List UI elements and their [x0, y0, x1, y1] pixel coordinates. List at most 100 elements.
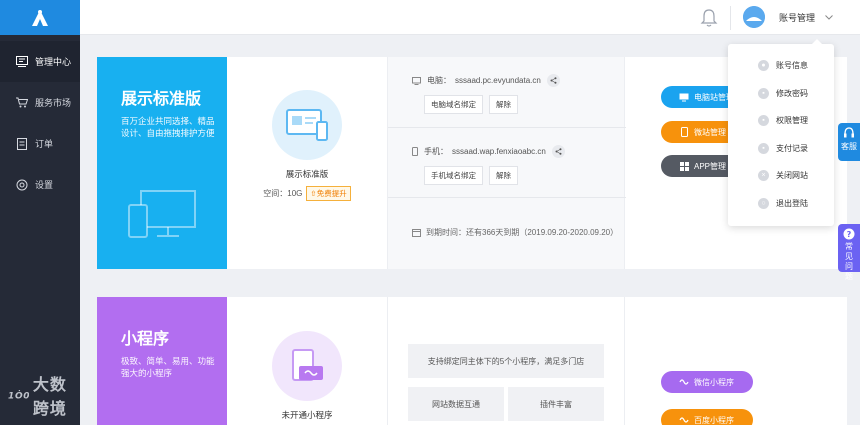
- mobile-domain-actions: 手机域名绑定 解除: [424, 166, 524, 185]
- product-name: 展示标准版: [285, 169, 329, 179]
- calendar-icon: [412, 229, 421, 237]
- lock-icon: ▪: [758, 87, 769, 99]
- headset-icon: [844, 127, 854, 138]
- avatar: [743, 6, 765, 28]
- header-divider: [730, 6, 731, 30]
- grid-icon: [679, 161, 689, 171]
- pc-domain-unbind-button[interactable]: 解除: [489, 95, 518, 114]
- website-illustration-icon: [272, 90, 342, 160]
- sidebar-item-management[interactable]: 管理中心: [0, 41, 80, 82]
- domain-panel: 电脑： sssaad.pc.evyundata.cn 电脑域名绑定 解除 手机：…: [387, 57, 626, 269]
- sidebar-item-label: 订单: [35, 139, 54, 149]
- sidebar-item-service-market[interactable]: 服务市场: [0, 82, 80, 123]
- banner-desc: 极致、简单、易用、功能强大的小程序: [121, 356, 215, 378]
- svg-text:?: ?: [847, 230, 852, 239]
- banner-title: 展示标准版: [121, 91, 202, 108]
- settings-icon: [15, 178, 29, 192]
- sidebar-item-label: 设置: [35, 180, 54, 190]
- storage-space: 空间：10G ⇧免费提升: [227, 186, 387, 201]
- upgrade-button[interactable]: ⇧免费提升: [306, 186, 351, 201]
- chevron-down-icon: [825, 12, 833, 22]
- question-icon: ?: [843, 228, 855, 240]
- watermark-logo-icon: 1Ȯ0: [8, 390, 29, 401]
- pc-domain-bind-button[interactable]: 电脑域名绑定: [424, 95, 483, 114]
- feature-data-sync: 网站数据互通: [408, 387, 504, 421]
- monitor-icon: [412, 76, 421, 85]
- pc-domain: sssaad.pc.evyundata.cn: [455, 76, 541, 85]
- menu-item-close-site[interactable]: × 关闭网站: [728, 162, 834, 190]
- close-site-icon: ×: [758, 170, 769, 182]
- user-icon: ●: [758, 60, 769, 72]
- faq-tab[interactable]: ? 常见问题: [838, 224, 860, 281]
- space-label: 空间：10G: [263, 189, 303, 198]
- phone-icon: [679, 127, 689, 137]
- mini-program-icon: [679, 415, 689, 425]
- faq-label: 常见问题: [845, 242, 853, 281]
- support-text: 支持绑定同主体下的5个小程序，满足多门店: [408, 344, 604, 378]
- header: 账号管理: [80, 0, 860, 35]
- sidebar-item-orders[interactable]: 订单: [0, 123, 80, 164]
- svg-text:1Ȯ0: 1Ȯ0: [8, 390, 29, 401]
- customer-service-tab[interactable]: 客服: [838, 123, 860, 161]
- pill-label: 微站管理: [694, 127, 726, 137]
- banner-desc: 百万企业共同选择、精品设计、自由拖拽排护方便: [121, 116, 215, 138]
- logo[interactable]: [0, 0, 80, 35]
- mini-program-card: 小程序 极致、简单、易用、功能强大的小程序 未开通小程序 支持绑定同主体下的5个…: [97, 297, 847, 425]
- sidebar: 管理中心 服务市场 订单 设置 1Ȯ0 大数跨境: [0, 0, 80, 425]
- pill-label: 百度小程序: [694, 415, 734, 425]
- permission-icon: ▪: [758, 115, 769, 127]
- watermark: 1Ȯ0 大数跨境: [8, 371, 80, 419]
- wechat-mini-program-button[interactable]: 微信小程序: [661, 371, 753, 393]
- logo-icon: [32, 9, 48, 26]
- account-label: 账号管理: [779, 12, 816, 23]
- mini-program-info: 未开通小程序: [227, 297, 387, 425]
- baidu-mini-program-button[interactable]: 百度小程序: [661, 409, 753, 425]
- pc-label: 电脑：: [427, 76, 451, 85]
- feature-plugins: 插件丰富: [508, 387, 604, 421]
- payment-icon: ▪: [758, 142, 769, 154]
- mobile-domain: sssaad.wap.fenxiaoabc.cn: [452, 147, 546, 156]
- pc-domain-row: 电脑： sssaad.pc.evyundata.cn: [412, 74, 560, 87]
- monitor-icon: [679, 92, 689, 102]
- logout-icon: ○: [758, 197, 769, 209]
- mobile-domain-bind-button[interactable]: 手机域名绑定: [424, 166, 483, 185]
- account-dropdown: ● 账号信息 ▪ 修改密码 ▪ 权限管理 ▪ 支付记录 × 关闭网站 ○ 退出登…: [728, 39, 834, 226]
- menu-item-permissions[interactable]: ▪ 权限管理: [728, 107, 834, 135]
- mobile-domain-unbind-button[interactable]: 解除: [489, 166, 518, 185]
- menu-item-change-password[interactable]: ▪ 修改密码: [728, 80, 834, 108]
- mini-program-actions: 微信小程序 百度小程序: [625, 297, 847, 425]
- sidebar-item-label: 管理中心: [35, 57, 72, 67]
- mini-program-features: 支持绑定同主体下的5个小程序，满足多门店 网站数据互通 插件丰富: [387, 297, 625, 425]
- mini-program-icon: [679, 377, 689, 387]
- standard-banner: 展示标准版 百万企业共同选择、精品设计、自由拖拽排护方便: [97, 57, 227, 269]
- pill-label: 微信小程序: [694, 377, 734, 387]
- product-name: 未开通小程序: [281, 410, 333, 420]
- phone-icon: [412, 147, 418, 156]
- watermark-text: 大数跨境: [32, 377, 67, 418]
- sidebar-item-label: 服务市场: [35, 98, 72, 108]
- cart-icon: [15, 96, 29, 110]
- mini-program-banner: 小程序 极致、简单、易用、功能强大的小程序: [97, 297, 227, 425]
- menu-item-account-info[interactable]: ● 账号信息: [728, 52, 834, 80]
- pill-label: APP管理: [694, 161, 727, 171]
- devices-illustration-icon: [128, 190, 196, 238]
- sidebar-item-settings[interactable]: 设置: [0, 164, 80, 205]
- dashboard-icon: [15, 55, 29, 69]
- expiry-text: 到期时间：还有366天到期（2019.09.20-2020.09.20）: [426, 228, 619, 237]
- expiry-info: 到期时间：还有366天到期（2019.09.20-2020.09.20）: [412, 227, 618, 238]
- share-icon[interactable]: [546, 74, 560, 87]
- mini-program-illustration-icon: [272, 331, 342, 401]
- mobile-label: 手机：: [424, 147, 448, 156]
- order-icon: [15, 137, 29, 151]
- menu-item-logout[interactable]: ○ 退出登陆: [728, 190, 834, 218]
- menu-item-payment-records[interactable]: ▪ 支付记录: [728, 135, 834, 163]
- banner-title: 小程序: [121, 331, 170, 348]
- pc-domain-actions: 电脑域名绑定 解除: [424, 95, 524, 114]
- share-icon[interactable]: [551, 145, 565, 158]
- account-menu[interactable]: 账号管理: [743, 6, 833, 28]
- bell-icon[interactable]: [700, 8, 720, 28]
- product-info: 展示标准版 空间：10G ⇧免费提升: [227, 57, 387, 269]
- divider: [388, 197, 626, 198]
- divider: [388, 127, 626, 128]
- mobile-domain-row: 手机： sssaad.wap.fenxiaoabc.cn: [412, 145, 565, 158]
